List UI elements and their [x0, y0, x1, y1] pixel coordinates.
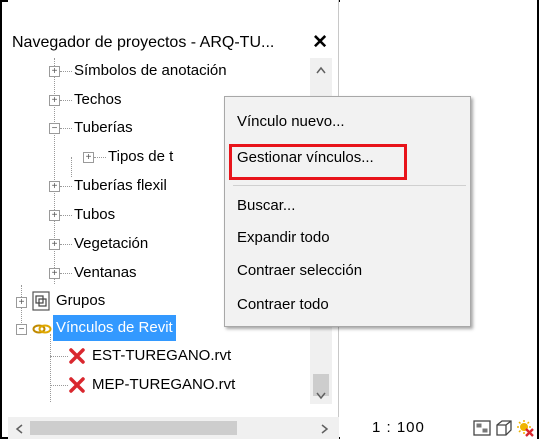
expand-icon[interactable]: + [49, 66, 60, 77]
panel-top-strip [8, 0, 339, 22]
tree-item-tipos-de-tuberia[interactable]: Tipos de t [108, 144, 173, 170]
expand-icon[interactable]: + [49, 268, 60, 279]
collapse-icon[interactable]: − [49, 123, 60, 134]
tree-item-vegetacion[interactable]: Vegetación [74, 231, 148, 257]
expand-icon[interactable]: + [49, 210, 60, 221]
menu-item-expandir-todo[interactable]: Expandir todo [237, 225, 330, 251]
collapse-icon[interactable]: − [16, 324, 27, 335]
menu-separator [233, 185, 466, 186]
tree-connector [54, 58, 55, 284]
tree-item-simbolos-anotacion[interactable]: Símbolos de anotación [74, 58, 227, 84]
tree-item-mep-turegano[interactable]: MEP-TUREGANO.rvt [92, 372, 235, 398]
view-control-bar: 1 : 100 [340, 417, 537, 439]
view-scale[interactable]: 1 : 100 [372, 417, 425, 439]
tree-item-grupos[interactable]: Grupos [56, 288, 105, 314]
tree-connector [71, 157, 72, 177]
close-icon[interactable]: ✕ [312, 30, 328, 56]
revit-link-icon [32, 318, 52, 338]
expand-icon[interactable]: + [83, 152, 94, 163]
tree-item-tuberias-flexibles[interactable]: Tuberías flexil [74, 173, 167, 199]
horizontal-scrollbar[interactable] [8, 417, 339, 439]
scroll-up-icon[interactable] [310, 60, 332, 78]
menu-item-contraer-seleccion[interactable]: Contraer selección [237, 258, 362, 284]
scroll-down-icon[interactable] [310, 386, 332, 404]
tree-item-techos[interactable]: Techos [74, 87, 122, 113]
menu-item-contraer-todo[interactable]: Contraer todo [237, 292, 329, 318]
tree-item-ventanas[interactable]: Ventanas [74, 260, 137, 286]
expand-icon[interactable]: + [49, 181, 60, 192]
error-icon [68, 347, 86, 365]
menu-item-vinculo-nuevo[interactable]: Vínculo nuevo... [237, 109, 345, 135]
tree-item-tuberias[interactable]: Tuberías [74, 115, 133, 141]
visual-style-icon[interactable] [495, 420, 513, 436]
tree-item-tubos[interactable]: Tubos [74, 202, 115, 228]
tree-item-vinculos-revit[interactable]: Vínculos de Revit [53, 315, 176, 341]
top-right-area [340, 0, 537, 22]
tree-connector [50, 334, 51, 403]
horizontal-scroll-thumb[interactable] [30, 421, 237, 435]
sun-path-off-icon[interactable] [516, 419, 534, 437]
panel-title: Navegador de proyectos - ARQ-TU... [12, 34, 275, 51]
expand-icon[interactable]: + [49, 95, 60, 106]
context-menu: Vínculo nuevo... Gestionar vínculos... B… [224, 96, 471, 327]
error-icon [68, 376, 86, 394]
expand-icon[interactable]: + [16, 297, 27, 308]
menu-item-buscar[interactable]: Buscar... [237, 193, 295, 219]
expand-icon[interactable]: + [49, 239, 60, 250]
highlight-annotation [229, 144, 407, 180]
groups-icon [32, 291, 50, 311]
detail-level-icon[interactable] [473, 420, 491, 436]
tree-item-est-turegano[interactable]: EST-TUREGANO.rvt [92, 343, 231, 369]
scroll-left-icon[interactable] [10, 417, 28, 439]
scroll-right-icon[interactable] [316, 417, 334, 439]
